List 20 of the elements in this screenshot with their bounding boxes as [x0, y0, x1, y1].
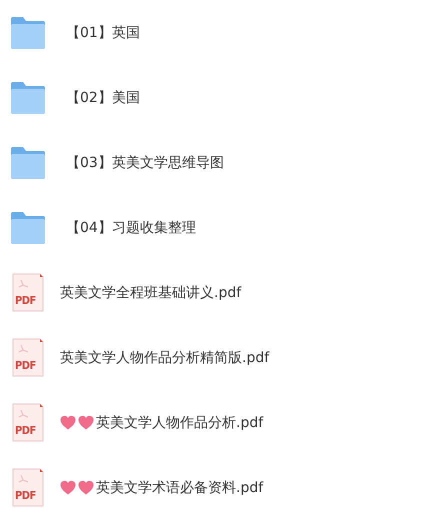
file-name[interactable]: 英美文学人物作品分析.pdf: [96, 414, 264, 432]
file-name[interactable]: 英美文学全程班基础讲义.pdf: [60, 284, 242, 302]
folder-icon: [10, 16, 46, 48]
file-name[interactable]: 英美文学术语必备资料.pdf: [96, 478, 264, 496]
heart-icon: [78, 480, 94, 495]
file-name[interactable]: 【03】英美文学思维导图: [66, 154, 224, 172]
pdf-file-icon: PDF: [12, 338, 44, 377]
heart-icon: [60, 480, 76, 495]
heart-icon: [60, 415, 76, 430]
folder-icon: [10, 212, 46, 244]
folder-icon: [10, 82, 46, 114]
file-name[interactable]: 英美文学人物作品分析精简版.pdf: [60, 348, 270, 366]
heart-icon: [78, 415, 94, 430]
file-name[interactable]: 【01】英国: [66, 24, 140, 42]
pdf-file-icon: PDF: [12, 273, 44, 312]
pdf-file-icon: PDF: [12, 403, 44, 442]
folder-icon: [10, 146, 46, 178]
pdf-file-icon: PDF: [12, 468, 44, 507]
file-name[interactable]: 【02】美国: [66, 88, 140, 106]
file-name[interactable]: 【04】习题收集整理: [66, 218, 196, 236]
